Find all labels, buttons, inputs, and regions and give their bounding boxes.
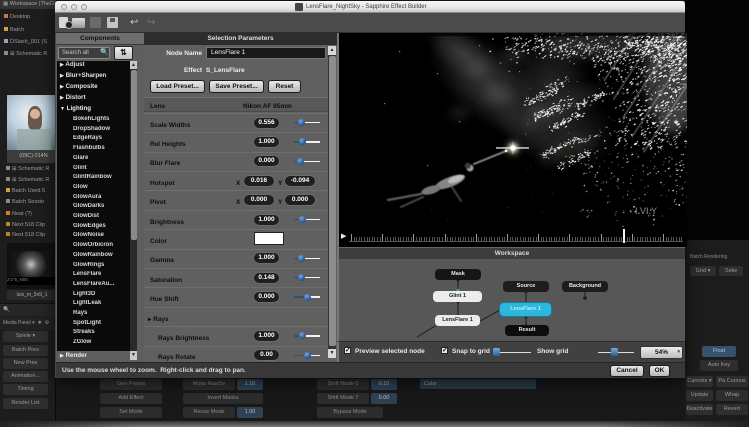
svg-text:I.VI.Y: I.VI.Y <box>635 206 657 216</box>
